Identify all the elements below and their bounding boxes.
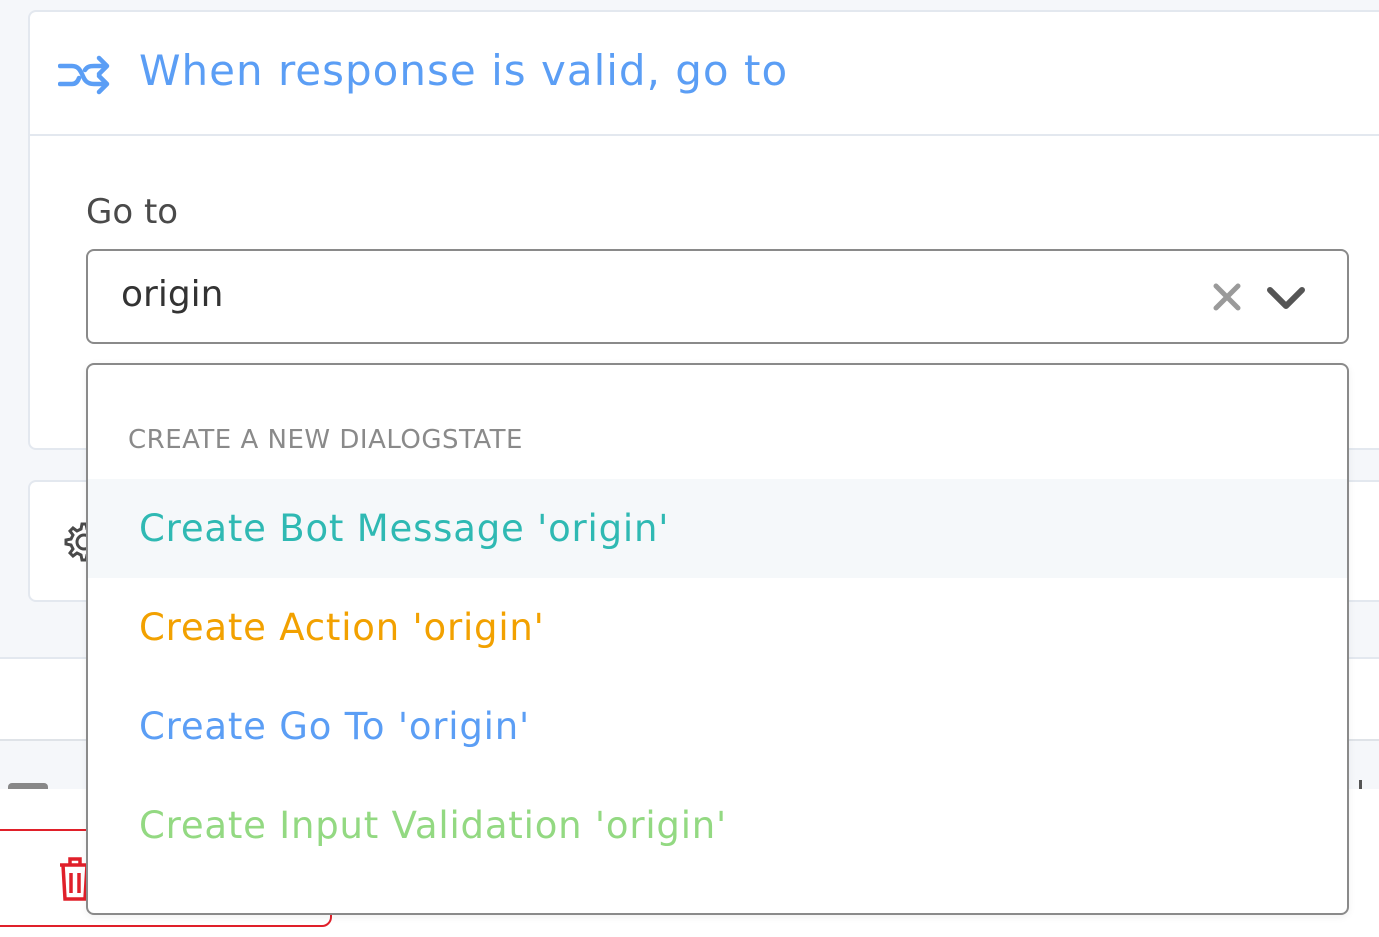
dropdown-group-header: CREATE A NEW DIALOGSTATE <box>128 425 523 455</box>
goto-dropdown-menu: CREATE A NEW DIALOGSTATE Create Bot Mess… <box>86 363 1349 915</box>
card-title: When response is valid, go to <box>139 46 789 95</box>
goto-select[interactable]: origin <box>86 249 1349 344</box>
option-create-bot-message[interactable]: Create Bot Message 'origin' <box>88 479 1347 578</box>
option-create-go-to[interactable]: Create Go To 'origin' <box>88 677 1347 776</box>
close-icon[interactable] <box>1211 281 1243 313</box>
chevron-down-icon[interactable] <box>1265 283 1307 313</box>
option-create-action[interactable]: Create Action 'origin' <box>88 578 1347 677</box>
option-create-input-validation[interactable]: Create Input Validation 'origin' <box>88 776 1347 875</box>
goto-select-value[interactable]: origin <box>121 274 224 315</box>
shuffle-arrows-icon <box>57 52 112 98</box>
goto-label: Go to <box>86 192 179 232</box>
page: When response is valid, go to Go to orig… <box>0 0 1379 937</box>
card-header: When response is valid, go to <box>30 12 1379 136</box>
